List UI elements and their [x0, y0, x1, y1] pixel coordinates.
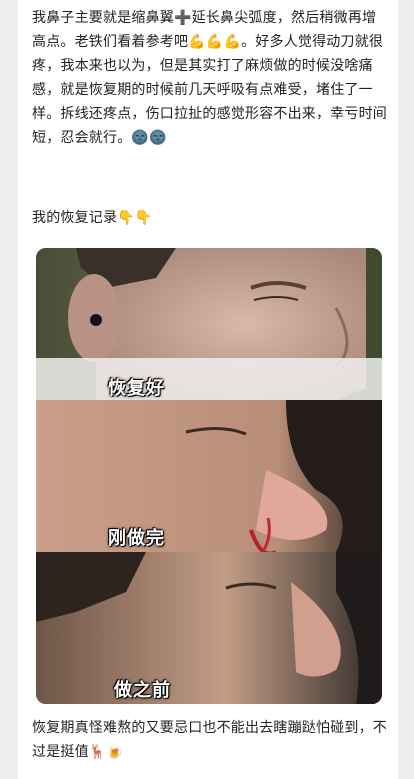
- photo-recovered[interactable]: 恢复好: [36, 248, 382, 400]
- photo-just-done-image: [36, 400, 382, 552]
- caption-just-done: 刚做完: [108, 528, 165, 549]
- recovery-photo-collage[interactable]: 恢复好 刚做完 做之前: [36, 248, 382, 704]
- post-card: 我鼻子主要就是缩鼻翼➕延长鼻尖弧度，然后稍微再增高点。老铁们看着参考吧💪💪💪。好…: [18, 0, 398, 779]
- post-paragraph-conclusion: 恢复期真怪难熬的又要忌口也不能出去瞎蹦跶怕碰到，不过是挺值🦌🍺: [32, 720, 387, 760]
- photo-before[interactable]: 做之前: [36, 552, 382, 704]
- photo-before-image: [36, 552, 382, 704]
- photo-just-done[interactable]: 刚做完: [36, 400, 382, 552]
- caption-recovered: 恢复好: [108, 378, 165, 399]
- photo-recovered-image: [36, 248, 382, 400]
- post-paragraph-record-heading: 我的恢复记录👇👇: [32, 210, 153, 226]
- post-paragraph-intro: 我鼻子主要就是缩鼻翼➕延长鼻尖弧度，然后稍微再增高点。老铁们看着参考吧💪💪💪。好…: [32, 10, 387, 146]
- caption-before: 做之前: [114, 680, 171, 701]
